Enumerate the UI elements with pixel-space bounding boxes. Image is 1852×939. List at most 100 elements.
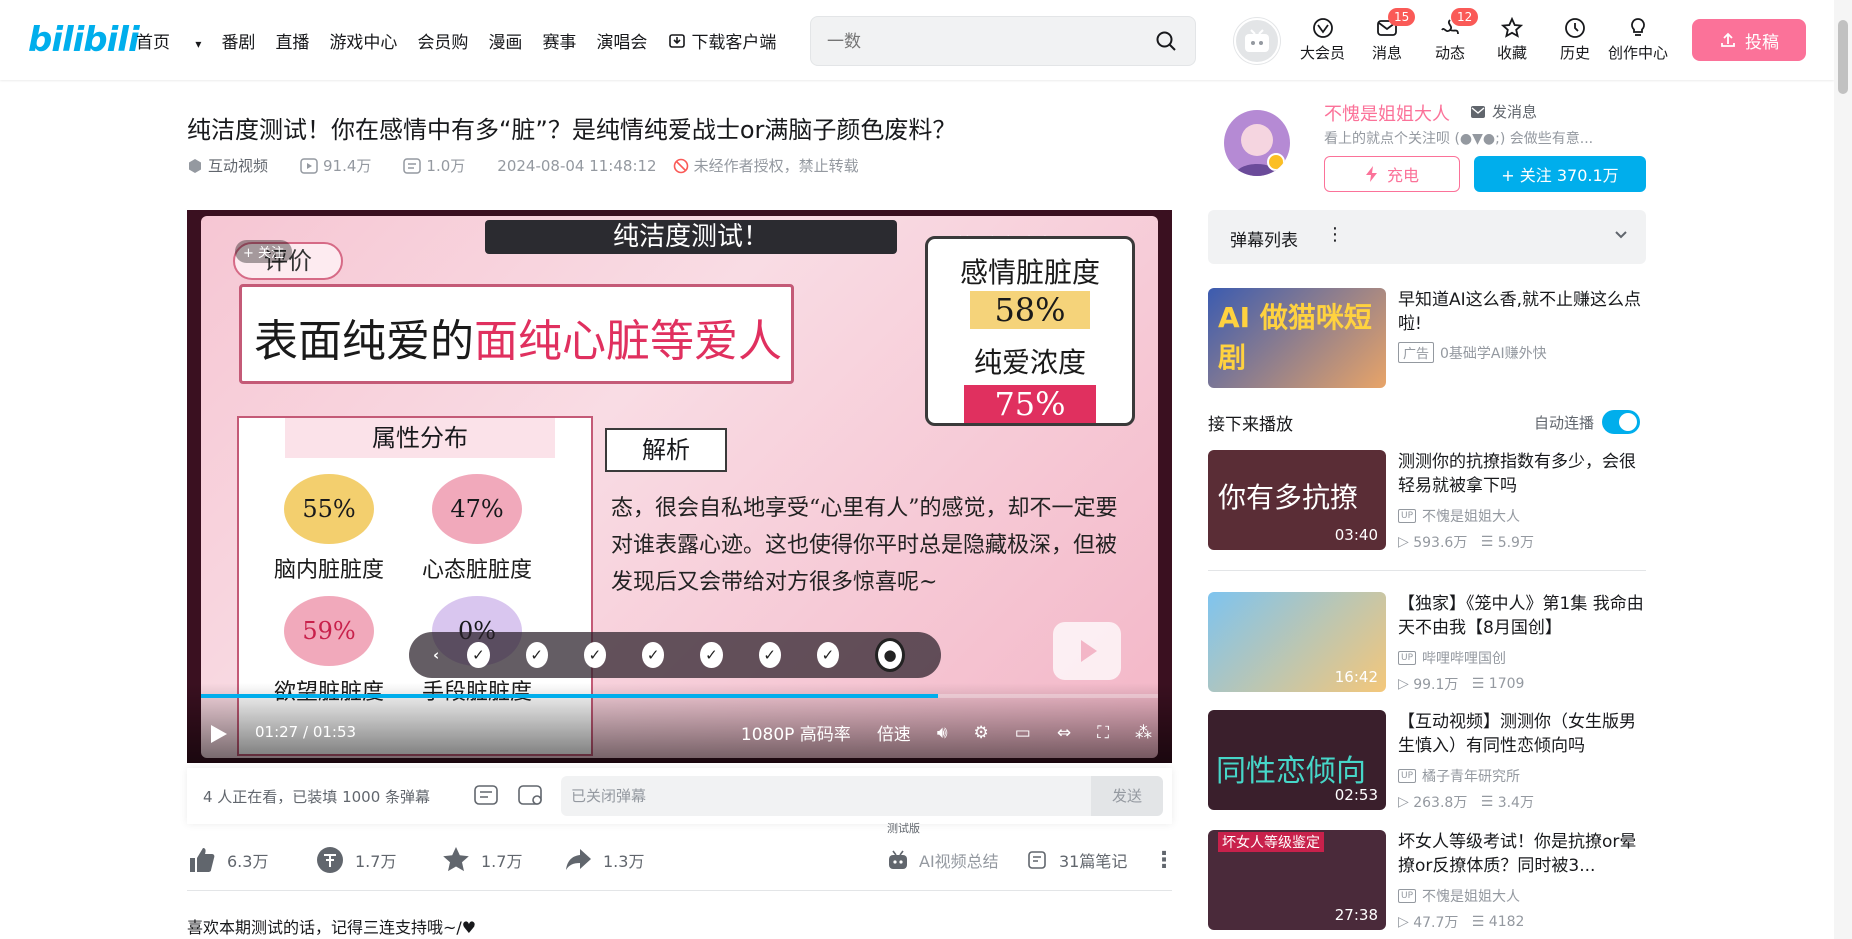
danmaku-settings-icon[interactable] [517,782,545,812]
result-box: 表面纯爱的面纯心脏等爱人 [239,284,794,384]
rec-author[interactable]: UP 不愧是姐姐大人 [1398,506,1520,526]
uploader-avatar[interactable] [1224,110,1290,176]
coin-count: 1.7万 [355,852,397,871]
tv-play-icon[interactable] [1053,622,1121,680]
list-item[interactable]: 同性恋倾向 02:53 【互动视频】测测你（女生版男生慎入）有同性恋倾向吗 UP… [1208,710,1646,811]
rec-author[interactable]: UP 哔哩哔哩国创 [1398,648,1506,668]
more-options-icon[interactable]: ⋮ [1153,848,1175,873]
nav-manga[interactable]: 漫画 [488,28,522,53]
nav-favorites[interactable]: 收藏 [1497,14,1527,63]
category[interactable]: 互动视频 [187,155,284,176]
ai-summary-label: AI视频总结 [919,852,999,871]
play-count-icon: ▷ [1398,676,1409,692]
check-node-icon[interactable]: ✓ [816,642,839,668]
user-avatar[interactable] [1234,18,1280,64]
rec-author[interactable]: UP 橘子青年研究所 [1398,766,1520,786]
ad-card[interactable]: AI 做猫咪短剧 早知道AI这么香,就不止赚这么点啦! 广告 0基础学AI赚外快 [1208,288,1646,388]
pip-icon[interactable]: ▭ [1015,723,1031,743]
nav-live[interactable]: 直播 [275,28,309,53]
rec-title[interactable]: 【独家】《笼中人》第1集 我命由天不由我【8月国创】 [1398,592,1646,640]
video-player[interactable]: 纯洁度测试！ 不愧是姐姐大人 评价 + 关注 表面纯爱的面纯心脏等爱人 感情脏脏… [187,210,1172,763]
nav-home[interactable]: 首页 ▾ [136,28,201,53]
favorite-button[interactable]: 1.7万 [441,845,522,875]
chevron-down-icon[interactable] [1614,230,1628,240]
more-icon[interactable]: ⁂ [1135,723,1152,743]
thumb-text: 同性恋倾向 [1216,754,1366,789]
nav-history[interactable]: 历史 [1560,14,1590,63]
video-banner: 纯洁度测试！ [485,220,897,254]
thumb-text: 你有多抗撩 [1218,481,1359,514]
ai-beta-tag: 测试版 [887,822,920,835]
volume-icon[interactable]: 🔊︎ [937,723,948,743]
quality-button[interactable]: 1080P 高码率 [741,720,851,745]
uploader-name[interactable]: 不愧是姐姐大人 [1324,100,1450,126]
speed-button[interactable]: 倍速 [877,720,911,745]
share-button[interactable]: 1.3万 [563,845,644,875]
check-node-icon[interactable]: ✓ [467,642,490,668]
rec-author[interactable]: UP 不愧是姐姐大人 [1398,886,1520,906]
rec-title[interactable]: 【互动视频】测测你（女生版男生慎入）有同性恋倾向吗 [1398,710,1646,758]
interactive-path-bar: ‹ ✓ ✓ ✓ ✓ ✓ ✓ ✓ ● [409,632,941,678]
nav-vip[interactable]: 大会员 [1300,14,1345,63]
check-node-icon[interactable]: ✓ [583,642,606,668]
danmaku-toggle-icon[interactable] [473,782,501,812]
like-button[interactable]: 6.3万 [187,845,268,875]
nav-concert[interactable]: 演唱会 [596,28,647,53]
bilibili-logo[interactable]: bilibili [28,20,140,60]
path-back-icon[interactable]: ‹ [425,642,447,668]
pure-value: 75% [964,385,1096,423]
thumb-text: 坏女人等级鉴定 [1218,832,1324,852]
time-current: 01:27 [255,723,299,741]
send-message-link[interactable]: 发消息 [1470,101,1537,122]
stat-mind-name: 心态脏脏度 [421,558,532,583]
video-thumbnail: 同性恋倾向 02:53 [1208,710,1386,810]
ai-summary-button[interactable]: AI视频总结 [887,848,999,872]
autoplay-toggle[interactable] [1602,410,1641,434]
robot-icon [889,850,907,869]
charge-button[interactable]: 充电 [1324,156,1460,192]
danmaku-input[interactable]: 已关闭弹幕 [561,776,1091,816]
search-input[interactable] [827,29,1127,55]
notes-button[interactable]: 31篇笔记 [1027,848,1127,872]
play-icon[interactable] [209,723,229,745]
fullscreen-icon[interactable]: ⛶ [1097,723,1109,743]
search-icon[interactable] [1155,30,1177,52]
rec-title[interactable]: 坏女人等级考试！你是抗撩or晕撩or反撩体质？同时被3... [1398,830,1646,878]
follow-button[interactable]: + 关注 370.1万 [1474,156,1646,192]
danmaku-list-panel[interactable]: 弹幕列表 ⋮ [1208,210,1646,264]
follow-overlay-button[interactable]: + 关注 [235,240,293,263]
danmaku-send-button[interactable]: 发送 [1091,776,1163,816]
nav-match[interactable]: 赛事 [542,28,576,53]
check-node-icon[interactable]: ✓ [642,642,665,668]
nav-game[interactable]: 游戏中心 [329,28,397,53]
ad-title[interactable]: 早知道AI这么香,就不止赚这么点啦! [1398,288,1646,336]
rec-author-name: 不愧是姐姐大人 [1422,889,1521,905]
emotion-label: 感情脏脏度 [959,256,1100,289]
nav-dynamic[interactable]: 12 动态 [1435,8,1479,63]
video-meta: 互动视频 91.4万 1.0万 2024-08-04 11:48:12 未经作者… [187,155,891,176]
nav-anime[interactable]: 番剧 [221,28,255,53]
list-item[interactable]: 坏女人等级鉴定 27:38 坏女人等级考试！你是抗撩or晕撩or反撩体质？同时被… [1208,830,1646,931]
check-node-icon[interactable]: ✓ [700,642,723,668]
widescreen-icon[interactable]: ⇔ [1057,723,1071,743]
progress-bar[interactable] [201,694,1158,698]
nav-message[interactable]: 15 消息 [1372,8,1416,63]
upload-button[interactable]: 投稿 [1692,19,1806,61]
nav-shop[interactable]: 会员购 [417,28,468,53]
page-scrollbar[interactable] [1834,0,1852,939]
check-node-icon[interactable]: ✓ [525,642,548,668]
scrollbar-thumb[interactable] [1838,20,1848,94]
kebab-icon[interactable]: ⋮ [1326,224,1344,245]
location-pin-icon[interactable]: ● [875,638,905,672]
nav-download[interactable]: 下载客户端 [667,28,796,53]
list-item[interactable]: 你有多抗撩 03:40 测测你的抗撩指数有多少，会很轻易就被拿下吗 UP 不愧是姐… [1208,450,1646,551]
nav-creator[interactable]: 创作中心 [1608,14,1668,63]
list-item[interactable]: 16:42 【独家】《笼中人》第1集 我命由天不由我【8月国创】 UP 哔哩哔哩国… [1208,592,1646,693]
download-icon [669,33,686,48]
danmaku-count-icon [403,157,422,174]
settings-icon[interactable]: ⚙︎ [974,723,989,743]
check-node-icon[interactable]: ✓ [758,642,781,668]
coin-button[interactable]: 1.7万 [315,845,396,875]
rec-title[interactable]: 测测你的抗撩指数有多少，会很轻易就被拿下吗 [1398,450,1646,498]
note-icon [1028,851,1046,869]
